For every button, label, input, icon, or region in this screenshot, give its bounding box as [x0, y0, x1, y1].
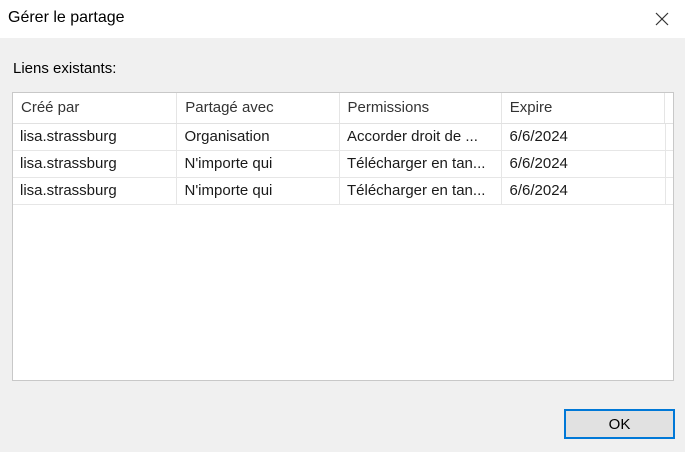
cell-permissions: Accorder droit de ...: [340, 124, 503, 150]
cell-permissions: Télécharger en tan...: [340, 178, 503, 204]
cell-permissions: Télécharger en tan...: [340, 151, 503, 177]
existing-links-label: Liens existants:: [13, 60, 117, 77]
title-bar: Gérer le partage: [0, 0, 685, 38]
dialog-title: Gérer le partage: [8, 9, 125, 26]
cell-filler: [666, 124, 673, 150]
links-list[interactable]: Créé par Partagé avec Permissions Expire…: [12, 92, 674, 381]
list-header: Créé par Partagé avec Permissions Expire: [13, 93, 673, 124]
close-icon: [655, 12, 669, 26]
cell-expires: 6/6/2024: [502, 151, 666, 177]
table-row[interactable]: lisa.strassburg Organisation Accorder dr…: [13, 124, 673, 151]
column-header-permissions[interactable]: Permissions: [340, 93, 502, 123]
cell-expires: 6/6/2024: [502, 124, 666, 150]
cell-created-by: lisa.strassburg: [13, 151, 178, 177]
cell-filler: [666, 151, 673, 177]
table-row[interactable]: lisa.strassburg N'importe qui Télécharge…: [13, 178, 673, 205]
ok-button[interactable]: OK: [564, 409, 675, 439]
cell-expires: 6/6/2024: [502, 178, 666, 204]
cell-shared-with: N'importe qui: [177, 178, 340, 204]
column-header-created-by[interactable]: Créé par: [13, 93, 178, 123]
column-header-expires[interactable]: Expire: [502, 93, 666, 123]
column-header-filler: [665, 93, 673, 123]
manage-sharing-dialog: Gérer le partage Liens existants: Créé p…: [0, 0, 685, 452]
cell-shared-with: N'importe qui: [177, 151, 340, 177]
close-button[interactable]: [639, 0, 685, 38]
column-header-shared-with[interactable]: Partagé avec: [177, 93, 340, 123]
table-row[interactable]: lisa.strassburg N'importe qui Télécharge…: [13, 151, 673, 178]
cell-created-by: lisa.strassburg: [13, 178, 178, 204]
cell-shared-with: Organisation: [177, 124, 340, 150]
cell-filler: [666, 178, 673, 204]
cell-created-by: lisa.strassburg: [13, 124, 178, 150]
